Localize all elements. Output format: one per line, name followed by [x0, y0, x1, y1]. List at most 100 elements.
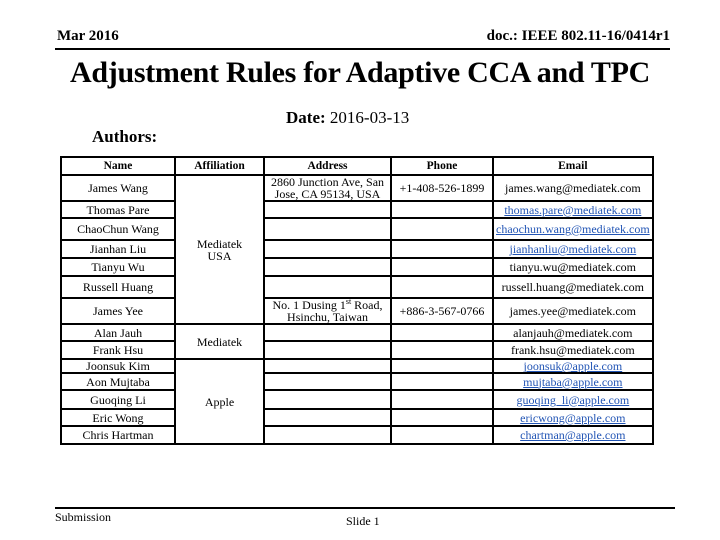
table-row: Aon Mujtaba mujtaba@apple.com	[60, 372, 654, 391]
author-phone	[390, 275, 494, 299]
author-address	[263, 217, 392, 241]
author-email-cell: mujtaba@apple.com	[492, 372, 654, 391]
author-phone	[390, 200, 494, 219]
authors-heading: Authors:	[92, 127, 158, 146]
author-email[interactable]: guoqing_li@apple.com	[516, 393, 629, 407]
author-phone	[390, 425, 494, 445]
author-name: Eric Wong	[60, 408, 176, 427]
author-name: Aon Mujtaba	[60, 372, 176, 391]
author-email-cell: joonsuk@apple.com	[492, 358, 654, 374]
author-name: Thomas Pare	[60, 200, 176, 219]
author-email-cell: tianyu.wu@mediatek.com	[492, 257, 654, 277]
authors-table: Name Affiliation Address Phone Email Jam…	[60, 156, 654, 445]
author-email: alanjauh@mediatek.com	[513, 325, 633, 340]
table-row: James Yee No. 1 Dusing 1st Road, Hsinchu,…	[60, 297, 654, 325]
table-row: Joonsuk Kim Apple joonsuk@apple.com	[60, 358, 654, 445]
author-phone: +886-3-567-0766	[390, 297, 494, 325]
author-address	[263, 389, 392, 410]
author-name: Guoqing Li	[60, 389, 176, 410]
author-email[interactable]: jianhanliu@mediatek.com	[509, 242, 636, 256]
author-email[interactable]: thomas.pare@mediatek.com	[504, 203, 641, 216]
author-phone	[390, 389, 494, 410]
author-email[interactable]: chaochun.wang@mediatek.com	[496, 222, 650, 236]
author-affiliation: Mediatek	[174, 323, 265, 360]
footer-slide-number: Slide 1	[346, 514, 380, 528]
author-email[interactable]: chartman@apple.com	[520, 428, 625, 442]
table-row: ChaoChun Wang chaochun.wang@mediatek.com	[60, 217, 654, 241]
author-address	[263, 408, 392, 427]
author-affiliation: Mediatek USA	[174, 174, 265, 325]
author-email-cell: chaochun.wang@mediatek.com	[492, 217, 654, 241]
author-address: 2860 Junction Ave, San Jose, CA 95134, U…	[263, 174, 392, 202]
author-name: James Yee	[60, 297, 176, 325]
author-email[interactable]: ericwong@apple.com	[520, 411, 625, 424]
author-email-cell: james.yee@mediatek.com	[492, 297, 654, 325]
author-email: james.yee@mediatek.com	[509, 304, 636, 318]
author-name: Joonsuk Kim	[60, 358, 176, 374]
table-row: Eric Wong ericwong@apple.com	[60, 408, 654, 427]
col-header-affiliation: Affiliation	[174, 156, 265, 176]
table-row: Thomas Pare thomas.pare@mediatek.com	[60, 200, 654, 219]
author-name: Russell Huang	[60, 275, 176, 299]
author-phone	[390, 257, 494, 277]
author-phone	[390, 217, 494, 241]
author-email-cell: alanjauh@mediatek.com	[492, 323, 654, 342]
author-address: No. 1 Dusing 1st Road, Hsinchu, Taiwan	[263, 297, 392, 325]
author-address	[263, 275, 392, 299]
author-affiliation: Apple	[174, 358, 265, 445]
author-email-cell: chartman@apple.com	[492, 425, 654, 445]
table-row: Jianhan Liu jianhanliu@mediatek.com	[60, 239, 654, 259]
author-phone: +1-408-526-1899	[390, 174, 494, 202]
author-email-cell: jianhanliu@mediatek.com	[492, 239, 654, 259]
author-address	[263, 200, 392, 219]
author-address	[263, 239, 392, 259]
table-row: Alan Jauh Mediatek alanjauh@mediatek.com	[60, 323, 654, 360]
author-email: frank.hsu@mediatek.com	[510, 343, 635, 357]
author-email[interactable]: joonsuk@apple.com	[523, 361, 622, 371]
author-phone	[390, 358, 494, 374]
table-header-row: Name Affiliation Address Phone Email	[60, 156, 654, 176]
author-address	[263, 425, 392, 445]
author-phone	[390, 340, 494, 360]
date-line: Date: 2016-03-13	[286, 108, 409, 128]
author-phone	[390, 239, 494, 259]
col-header-name: Name	[60, 156, 176, 176]
author-email-cell: james.wang@mediatek.com	[492, 174, 654, 202]
author-phone	[390, 372, 494, 391]
table-row: Tianyu Wu tianyu.wu@mediatek.com	[60, 257, 654, 277]
author-email: tianyu.wu@mediatek.com	[509, 260, 637, 274]
author-email: james.wang@mediatek.com	[504, 181, 641, 195]
author-email-cell: frank.hsu@mediatek.com	[492, 340, 654, 360]
table-row: Russell Huang russell.huang@mediatek.com	[60, 275, 654, 299]
author-name: ChaoChun Wang	[60, 217, 176, 241]
footer-divider	[55, 507, 675, 509]
author-name: Tianyu Wu	[60, 257, 176, 277]
author-email-cell: guoqing_li@apple.com	[492, 389, 654, 410]
col-header-address: Address	[263, 156, 392, 176]
table-row: Frank Hsu frank.hsu@mediatek.com	[60, 340, 654, 360]
author-email-cell: thomas.pare@mediatek.com	[492, 200, 654, 219]
header-divider	[55, 48, 670, 50]
table-row: Chris Hartman chartman@apple.com	[60, 425, 654, 445]
header-date: Mar 2016	[57, 28, 119, 44]
date-label: Date:	[286, 108, 326, 127]
author-address	[263, 358, 392, 374]
author-name: Frank Hsu	[60, 340, 176, 360]
author-email-cell: ericwong@apple.com	[492, 408, 654, 427]
author-name: Chris Hartman	[60, 425, 176, 445]
author-address	[263, 372, 392, 391]
author-phone	[390, 323, 494, 342]
author-name: Alan Jauh	[60, 323, 176, 342]
author-name: Jianhan Liu	[60, 239, 176, 259]
author-email-cell: russell.huang@mediatek.com	[492, 275, 654, 299]
author-address	[263, 257, 392, 277]
header-doc-id: doc.: IEEE 802.11-16/0414r1	[486, 28, 670, 44]
table-row: Guoqing Li guoqing_li@apple.com	[60, 389, 654, 410]
author-name: James Wang	[60, 174, 176, 202]
footer-submission: Submission	[55, 510, 112, 524]
author-phone	[390, 408, 494, 427]
author-email[interactable]: mujtaba@apple.com	[523, 375, 622, 388]
table-row: James Wang Mediatek USA 2860 Junction Ave,…	[60, 174, 654, 325]
col-header-phone: Phone	[390, 156, 494, 176]
col-header-email: Email	[492, 156, 654, 176]
